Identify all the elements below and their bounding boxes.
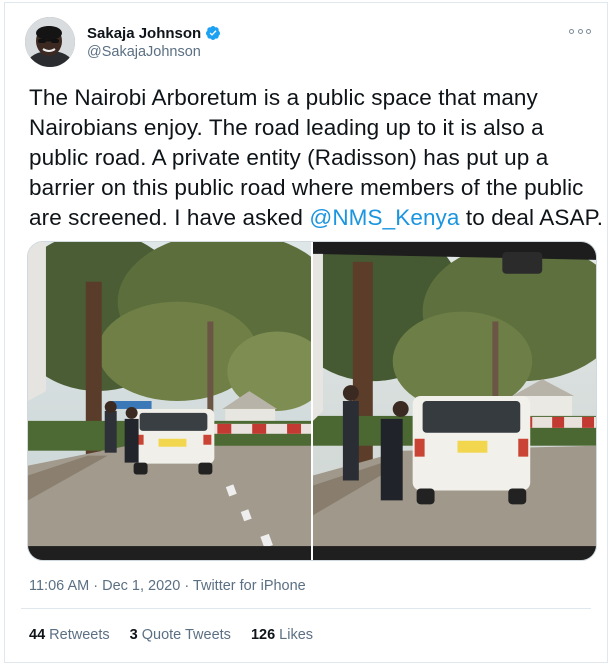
photo-2-image <box>313 242 596 560</box>
meta-separator: · <box>89 578 103 594</box>
retweets-label: Retweets <box>49 627 110 643</box>
avatar[interactable] <box>25 17 75 67</box>
tweet-line: barrier on this public road where member… <box>29 175 584 200</box>
engagement-stats: 44 Retweets 3 Quote Tweets 126 Likes <box>29 627 313 643</box>
divider <box>21 608 591 609</box>
media-grid <box>27 241 597 561</box>
quote-tweets-count: 3 <box>129 627 138 643</box>
more-horizontal-icon[interactable] <box>569 23 591 39</box>
likes-count: 126 <box>250 627 276 643</box>
quote-tweets-stat[interactable]: 3 Quote Tweets <box>130 627 231 643</box>
author-display-name[interactable]: Sakaja Johnson <box>87 25 201 42</box>
tweet-line: public road. A private entity (Radisson)… <box>29 145 549 170</box>
tweet-line: The Nairobi Arboretum is a public space … <box>29 85 538 110</box>
photo-2[interactable] <box>313 242 596 560</box>
retweets-count: 44 <box>29 627 46 643</box>
tweet-line-last: are screened. I have asked @NMS_Kenya to… <box>29 203 604 233</box>
verified-badge-icon <box>206 26 221 40</box>
meta-separator: · <box>180 578 193 594</box>
likes-stat[interactable]: 126 Likes <box>251 627 313 643</box>
author-name-row[interactable]: Sakaja Johnson <box>87 23 221 43</box>
retweets-stat[interactable]: 44 Retweets <box>29 627 110 643</box>
tweet-meta: 11:06 AM · Dec 1, 2020 · Twitter for iPh… <box>29 578 306 594</box>
author-handle[interactable]: @SakajaJohnson <box>87 44 201 60</box>
photo-1[interactable] <box>28 242 311 560</box>
tweet-card: Sakaja Johnson @SakajaJohnson The Nairob… <box>4 2 608 663</box>
tweet-text-prefix: are screened. I have asked <box>29 205 310 230</box>
tweet-date[interactable]: Dec 1, 2020 <box>102 578 180 594</box>
photo-1-image <box>28 242 311 560</box>
avatar-photo <box>25 17 75 67</box>
tweet-time[interactable]: 11:06 AM <box>29 578 89 594</box>
tweet-source[interactable]: Twitter for iPhone <box>193 578 306 594</box>
tweet-line: Nairobians enjoy. The road leading up to… <box>29 115 544 140</box>
quote-tweets-label: Quote Tweets <box>141 627 231 643</box>
mention-link[interactable]: @NMS_Kenya <box>309 205 459 230</box>
likes-label: Likes <box>279 627 314 643</box>
tweet-text-suffix: to deal ASAP. <box>459 205 604 230</box>
tweet-text: The Nairobi Arboretum is a public space … <box>29 83 604 233</box>
